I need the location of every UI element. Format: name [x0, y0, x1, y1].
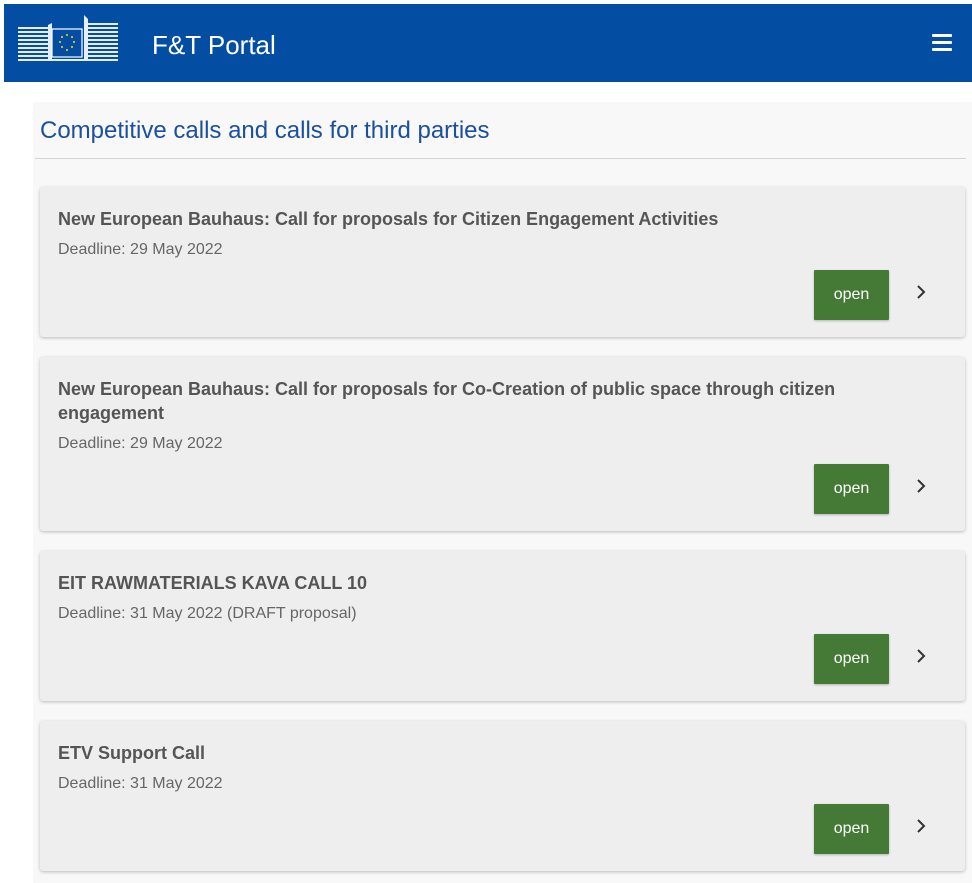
open-status-button[interactable]: open	[814, 464, 889, 514]
top-header-bar: F&T Portal	[4, 4, 972, 82]
european-commission-logo[interactable]	[18, 15, 128, 67]
call-deadline: Deadline: 31 May 2022 (DRAFT proposal)	[58, 605, 357, 622]
open-status-button[interactable]: open	[814, 634, 889, 684]
call-title[interactable]: New European Bauhaus: Call for proposals…	[58, 207, 898, 231]
call-card[interactable]: ETV Support Call Deadline: 31 May 2022 o…	[40, 721, 965, 871]
call-deadline: Deadline: 29 May 2022	[58, 435, 223, 452]
chevron-right-icon[interactable]	[913, 282, 929, 302]
chevron-right-icon[interactable]	[913, 646, 929, 666]
chevron-right-icon[interactable]	[913, 476, 929, 496]
hamburger-menu-icon[interactable]	[932, 34, 952, 52]
call-title[interactable]: EIT RAWMATERIALS KAVA CALL 10	[58, 571, 898, 595]
call-title[interactable]: ETV Support Call	[58, 741, 898, 765]
main-content: Competitive calls and calls for third pa…	[33, 102, 972, 883]
call-card[interactable]: EIT RAWMATERIALS KAVA CALL 10 Deadline: …	[40, 551, 965, 701]
app-title[interactable]: F&T Portal	[152, 30, 276, 60]
call-deadline: Deadline: 29 May 2022	[58, 241, 223, 258]
call-title[interactable]: New European Bauhaus: Call for proposals…	[58, 377, 898, 425]
title-divider	[35, 158, 966, 159]
chevron-right-icon[interactable]	[913, 816, 929, 836]
call-card[interactable]: New European Bauhaus: Call for proposals…	[40, 187, 965, 337]
call-deadline: Deadline: 31 May 2022	[58, 775, 223, 792]
open-status-button[interactable]: open	[814, 804, 889, 854]
open-status-button[interactable]: open	[814, 270, 889, 320]
page-title: Competitive calls and calls for third pa…	[40, 117, 490, 144]
call-card[interactable]: New European Bauhaus: Call for proposals…	[40, 357, 965, 531]
